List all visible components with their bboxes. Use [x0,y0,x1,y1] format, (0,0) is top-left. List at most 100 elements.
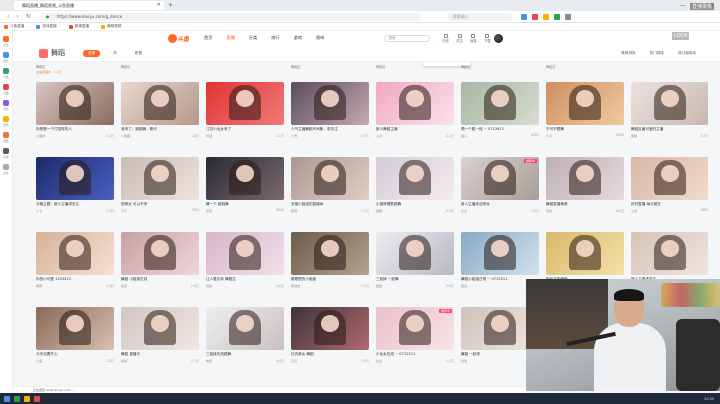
filter-hot-button[interactable]: 热 [108,50,122,57]
room-title[interactable]: 小猫咪唱歌跳舞 [376,202,454,207]
site-search-input[interactable]: 搜索 [384,34,431,42]
room-card[interactable]: 不可不看舞 小可 9232 [546,82,624,138]
room-card[interactable]: 新人舞蹈主播 小月 1.1万 [376,82,454,138]
room-thumbnail[interactable] [291,82,369,125]
room-title[interactable]: 舞蹈 小姐姐在线 [121,277,199,282]
message-button[interactable]: 消息 [470,33,477,43]
host-name[interactable]: 小甜甜 [121,133,130,138]
room-thumbnail[interactable] [36,307,114,350]
extension-icon[interactable] [520,13,527,20]
room-card[interactable]: 好好直播 每天都在 小悠 9876 [631,157,709,213]
host-name[interactable]: 悦悦 [461,358,467,363]
nav-item-active[interactable]: 直播 [226,35,234,41]
room-title[interactable]: 今晚主题：新人主播求关注 [36,202,114,207]
room-card-partial[interactable] [631,62,709,76]
sort-hot[interactable]: 热门排序 [650,51,664,56]
host-name[interactable]: 小猫咪 [36,133,45,138]
room-card[interactable]: 舞蹈 小姐姐在线 丽丽 2.6万 [121,232,199,288]
host-name[interactable]: 小月 [376,133,382,138]
sidebar-item-follow[interactable]: 关注 [3,36,9,47]
sidebar-item-recommend[interactable]: 推荐 [3,52,9,63]
room-thumbnail[interactable] [631,82,709,125]
room-thumbnail[interactable] [36,232,114,275]
app-icon[interactable] [14,395,20,402]
room-thumbnail[interactable] [461,82,539,125]
room-thumbnail[interactable] [376,157,454,200]
room-title[interactable]: 我来了，跳跳舞，聊天 [121,127,199,132]
nav-item[interactable]: 排行 [271,35,279,41]
menu-icon[interactable] [564,13,571,20]
user-avatar[interactable] [494,33,504,43]
url-field[interactable]: ● https://www.douyu.com/g_dance [40,12,421,21]
host-name[interactable]: 小雪 [291,133,297,138]
room-title[interactable]: 红衣美女 舞蹈 [291,352,369,357]
filter-new-button[interactable]: 新晋 [130,50,147,57]
host-name[interactable]: 眼镜妹 [291,283,300,288]
host-name[interactable]: 娜娜 [631,133,637,138]
room-title[interactable]: 三姐妹在线跳舞 [206,352,284,357]
room-card[interactable]: 三姐妹 一起舞 团团 5.8万 [376,232,454,288]
room-thumbnail[interactable] [461,232,539,275]
room-card[interactable]: 今晚主题：新人主播求关注 小七 1.4万 [36,157,114,213]
host-name[interactable]: 婷婷 [121,358,127,363]
browser-icon[interactable] [34,395,40,402]
room-card-partial[interactable]: 舞蹈区 主播直播中 · 1.2万 [36,62,114,76]
room-thumbnail[interactable] [206,82,284,125]
room-card-partial[interactable]: 舞蹈区 [121,62,199,76]
room-title[interactable]: 甜美女 可以不来 [121,202,199,207]
sidebar-item-video[interactable]: 视频 [3,132,9,143]
room-card-partial[interactable] [206,62,284,76]
room-thumbnail[interactable] [36,82,114,125]
room-thumbnail[interactable]: 推荐中 [376,307,454,350]
room-thumbnail[interactable] [206,232,284,275]
room-title[interactable]: 舞蹈 直播中 [121,352,199,357]
filter-all-button[interactable]: 全部 [83,49,101,57]
room-title[interactable]: 不可不看舞 [546,127,624,132]
extension-icon[interactable] [553,13,560,20]
bookmark-item[interactable]: 赛事直播 [68,24,89,29]
nav-item[interactable]: 首页 [204,35,212,41]
room-card[interactable]: 推荐中 新人主播欢迎来玩 初初 1.6万 [461,157,539,213]
room-title[interactable]: 今天也要开心 [36,352,114,357]
host-name[interactable]: 甜心 [461,133,467,138]
close-tab-icon[interactable]: ✕ [157,1,161,10]
back-icon[interactable]: ‹ [7,13,9,20]
minimize-icon[interactable]: — [680,3,685,9]
extension-icon[interactable] [542,13,549,20]
history-button[interactable]: 历史 [442,33,449,43]
room-card[interactable]: 三姐妹在线跳舞 舞团 4.4万 [206,307,284,363]
room-title[interactable]: 舞蹈直播最美 [546,202,624,207]
room-card[interactable]: 红衣美女 舞蹈 红红 1.9万 [291,307,369,363]
room-title[interactable]: 新人舞蹈主播 [376,127,454,132]
sidebar-item-more[interactable]: 更多 [3,164,9,175]
room-card[interactable]: 人气主播舞蹈不间断，求关注 小雪 6.5万 [291,82,369,138]
room-title[interactable]: 好好直播 每天都在 [631,202,709,207]
host-name[interactable]: 初初 [461,208,467,213]
room-card[interactable]: 安徽小姐姐的直播间 晓晓 1.2万 [291,157,369,213]
room-card[interactable]: 推荐中 小仙女在线 ~ 0712511 仙仙 1.2万 [376,307,454,363]
host-name[interactable]: 仙仙 [376,358,382,363]
browser-tab[interactable]: 舞蹈直播_舞蹈视频_斗鱼直播 ✕ [14,1,164,10]
follow-button[interactable]: 关注 [456,33,463,43]
sidebar-item-live[interactable]: 直播 [3,84,9,95]
room-card[interactable]: 舞蹈区最可爱的主播 娜娜 5.3万 [631,82,709,138]
room-title[interactable]: 三姐妹 一起舞 [376,277,454,282]
room-thumbnail[interactable] [546,82,624,125]
room-title[interactable]: 安徽小姐姐的直播间 [291,202,369,207]
host-name[interactable]: 舞团 [206,358,212,363]
sidebar-item-game[interactable]: 游戏 [3,100,9,111]
room-card-partial[interactable]: 舞蹈区 [461,62,539,76]
sidebar-item-entertainment[interactable]: 娱乐 [3,116,9,127]
browser-search-input[interactable]: 搜索输入 [446,12,513,21]
nav-item[interactable]: 游戏 [294,35,302,41]
room-thumbnail[interactable] [376,232,454,275]
extension-icon[interactable] [531,13,538,20]
room-title[interactable]: 舞蹈区最可爱的主播 [631,127,709,132]
room-card[interactable]: 让人看见你 舞蹈生 甜甜 3.1万 [206,232,284,288]
host-name[interactable]: 佳佳 [546,208,552,213]
room-thumbnail[interactable] [291,307,369,350]
room-thumbnail[interactable] [376,82,454,125]
refresh-icon[interactable]: ↻ [26,13,31,20]
room-card[interactable]: 唱一个跳一段 ~ 0712612 甜心 8521 [461,82,539,138]
host-name[interactable]: 小七 [36,208,42,213]
